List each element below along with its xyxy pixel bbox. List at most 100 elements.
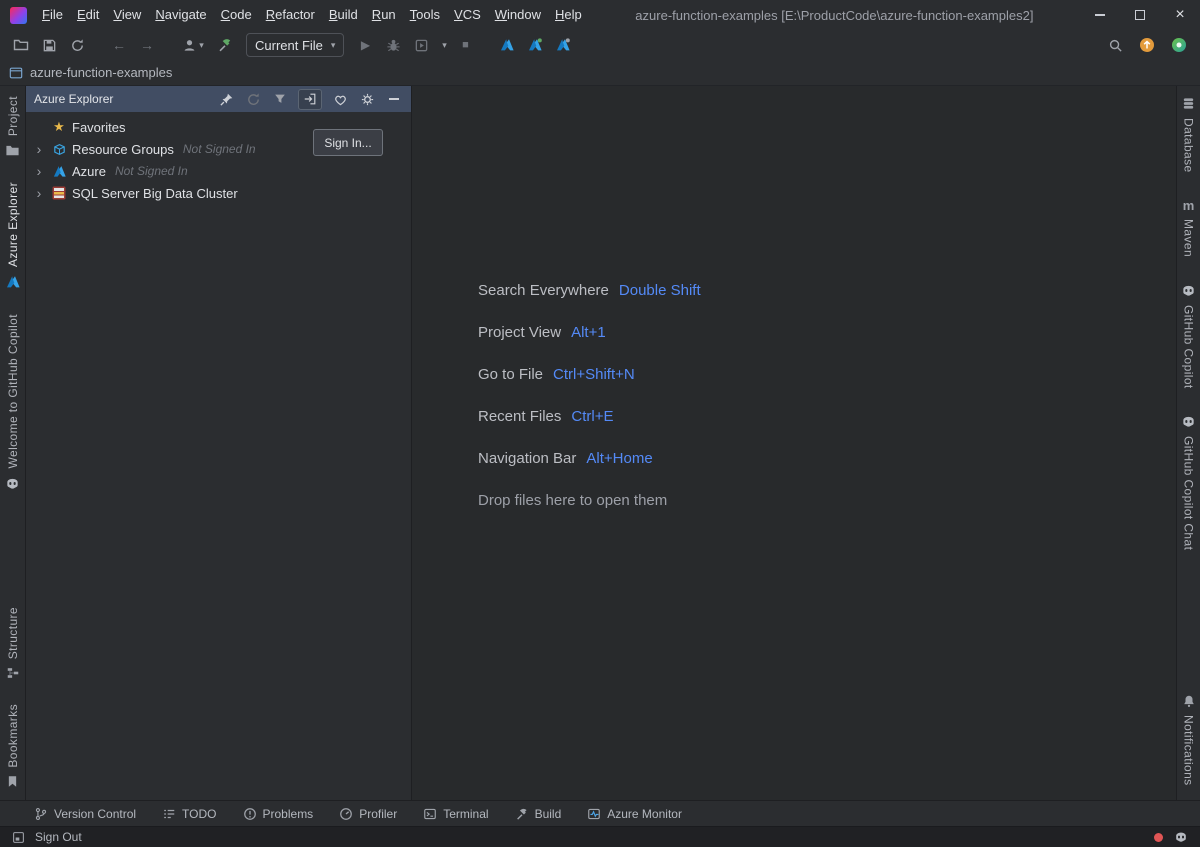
sidebar-item-maven[interactable]: m Maven [1182,199,1196,257]
breadcrumb[interactable]: azure-function-examples [30,65,172,80]
refresh-button[interactable] [244,90,262,108]
sidebar-item-project[interactable]: Project [5,96,20,158]
azure-explorer-header: Azure Explorer [26,86,411,112]
coverage-icon [414,38,429,53]
sidebar-item-database[interactable]: Database [1181,96,1196,173]
tree-row-azure[interactable]: › Azure Not Signed In [26,160,411,182]
settings-button[interactable] [358,90,376,108]
tool-button-label: Profiler [359,807,397,821]
azure-logo-icon [499,37,515,53]
tool-button-terminal[interactable]: Terminal [423,807,488,821]
open-folder-button[interactable] [8,33,34,57]
debug-button[interactable] [380,33,406,57]
azure-sign-out-widget[interactable]: Sign Out [35,830,82,844]
maximize-button[interactable] [1120,0,1160,30]
sign-in-button[interactable]: Sign In... [313,129,383,156]
sidebar-item-azure-explorer[interactable]: Azure Explorer [5,182,21,290]
hide-panel-button[interactable] [385,90,403,108]
sidebar-item-github-copilot[interactable]: GitHub Copilot [1181,283,1196,389]
tool-button-version-control[interactable]: Version Control [34,807,136,821]
main-area: Project Azure Explorer Welcome to GitHub… [0,86,1200,800]
menu-item-view[interactable]: View [106,0,148,30]
tool-window-switcher-icon[interactable] [12,831,25,844]
tool-button-profiler[interactable]: Profiler [339,807,397,821]
copilot-status-icon[interactable] [1174,830,1188,844]
azure-logo-icon [527,37,543,53]
menu-item-tools[interactable]: Tools [403,0,447,30]
right-tool-stripe: Database m Maven GitHub Copilot GitHub C… [1176,86,1200,800]
tree-row-sql-cluster[interactable]: › SQL Server Big Data Cluster [26,182,411,204]
azure-action-1-button[interactable] [494,33,520,57]
menu-item-vcs[interactable]: VCS [447,0,488,30]
run-config-dropdown[interactable]: Current File ▾ [246,33,344,57]
minimize-icon [389,98,399,100]
chevron-right-icon[interactable]: › [32,141,46,157]
menu-item-edit[interactable]: Edit [70,0,106,30]
plugin-status-button[interactable] [1166,33,1192,57]
shortcut-action: Project View [478,324,561,341]
profiler-gauge-icon [339,807,353,821]
editor-area[interactable]: Search Everywhere Double Shift Project V… [412,86,1176,800]
refresh-icon [246,92,261,107]
shortcut-keys: Ctrl+E [571,408,613,425]
forward-button[interactable]: → [134,33,160,57]
sidebar-item-notifications[interactable]: Notifications [1182,694,1196,786]
shortcut-hints: Search Everywhere Double Shift Project V… [478,269,701,521]
sidebar-item-structure[interactable]: Structure [6,607,20,680]
more-run-actions-button[interactable]: ▾ [436,33,450,57]
problems-icon [243,807,257,821]
ide-window: File Edit View Navigate Code Refactor Bu… [0,0,1200,847]
user-account-button[interactable]: ▾ [176,33,210,57]
sync-button[interactable] [64,33,90,57]
menu-item-run[interactable]: Run [365,0,403,30]
build-project-button[interactable] [212,33,238,57]
tool-button-label: Azure Monitor [607,807,682,821]
pin-button[interactable] [217,90,235,108]
menu-item-help[interactable]: Help [548,0,589,30]
tool-button-todo[interactable]: TODO [162,807,216,821]
structure-stripe-label: Structure [6,607,20,659]
hammer-icon [217,37,233,53]
panel-title: Azure Explorer [34,92,113,106]
azure-monitor-icon [587,807,601,821]
azure-action-2-button[interactable] [522,33,548,57]
error-indicator-icon[interactable] [1154,833,1163,842]
shortcut-action: Navigation Bar [478,450,576,467]
close-button[interactable]: × [1160,0,1200,30]
minimize-button[interactable] [1080,0,1120,30]
sign-in-icon [303,92,317,106]
menu-item-build[interactable]: Build [322,0,365,30]
menu-item-code[interactable]: Code [214,0,259,30]
menu-item-window[interactable]: Window [488,0,548,30]
sign-in-button-toolbar[interactable] [298,89,322,110]
sidebar-item-welcome-copilot[interactable]: Welcome to GitHub Copilot [5,314,20,491]
search-everywhere-button[interactable] [1102,33,1128,57]
todo-list-icon [162,807,176,821]
filter-button[interactable] [271,90,289,108]
sidebar-item-copilot-chat[interactable]: GitHub Copilot Chat [1181,414,1196,550]
chevron-right-icon[interactable]: › [32,163,46,179]
favorites-toggle-button[interactable] [331,90,349,108]
back-button[interactable]: ← [106,33,132,57]
stop-button[interactable]: ■ [452,33,478,57]
navigation-bar: azure-function-examples [0,60,1200,86]
tool-button-azure-monitor[interactable]: Azure Monitor [587,807,682,821]
run-with-coverage-button[interactable] [408,33,434,57]
shortcut-action: Recent Files [478,408,561,425]
tool-button-build[interactable]: Build [515,807,562,821]
sidebar-item-bookmarks[interactable]: Bookmarks [6,704,20,788]
maximize-icon [1135,10,1145,20]
run-button[interactable]: ▶ [352,33,378,57]
tool-button-label: Version Control [54,807,136,821]
menu-item-refactor[interactable]: Refactor [259,0,322,30]
chevron-right-icon[interactable]: › [32,185,46,201]
ide-update-button[interactable] [1134,33,1160,57]
sync-icon [70,38,85,53]
tool-button-problems[interactable]: Problems [243,807,314,821]
azure-action-3-button[interactable] [550,33,576,57]
shortcut-keys: Ctrl+Shift+N [553,366,635,383]
minimize-icon [1095,14,1105,16]
menu-item-file[interactable]: File [35,0,70,30]
save-button[interactable] [36,33,62,57]
menu-item-navigate[interactable]: Navigate [148,0,213,30]
